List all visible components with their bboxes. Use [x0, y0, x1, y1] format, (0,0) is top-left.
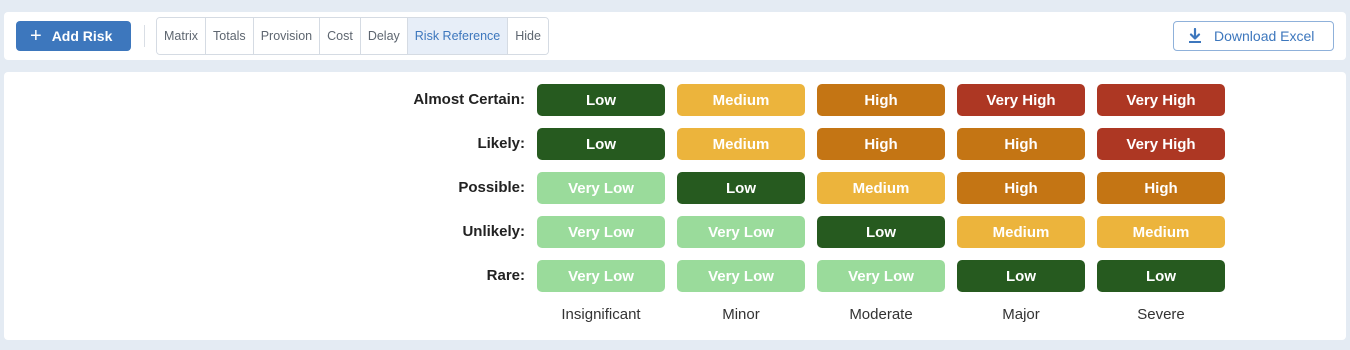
view-tabs: Matrix Totals Provision Cost Delay Risk Refer… — [156, 17, 549, 55]
risk-cell: High — [817, 128, 945, 160]
risk-cell: Low — [817, 216, 945, 248]
risk-cell: Low — [677, 172, 805, 204]
tab-provision[interactable]: Provision — [253, 18, 321, 54]
risk-cell: Very Low — [817, 260, 945, 292]
likelihood-label: Almost Certain: — [413, 91, 525, 108]
tab-matrix[interactable]: Matrix — [157, 18, 207, 54]
consequence-label: Major — [1002, 306, 1040, 323]
toolbar-divider — [144, 25, 145, 47]
tab-risk-reference[interactable]: Risk Reference — [407, 18, 509, 54]
likelihood-label: Unlikely: — [462, 223, 525, 240]
download-excel-label: Download Excel — [1214, 28, 1315, 44]
tab-totals[interactable]: Totals — [206, 18, 254, 54]
risk-cell: High — [957, 128, 1085, 160]
risk-cell: Very Low — [677, 216, 805, 248]
risk-cell: Medium — [817, 172, 945, 204]
risk-cell: Medium — [677, 128, 805, 160]
risk-cell: Medium — [677, 84, 805, 116]
tab-hide[interactable]: Hide — [508, 18, 548, 54]
likelihood-label: Possible: — [458, 179, 525, 196]
risk-cell: Very High — [1097, 128, 1225, 160]
risk-cell: High — [1097, 172, 1225, 204]
likelihood-label: Likely: — [477, 135, 525, 152]
add-risk-label: Add Risk — [51, 28, 113, 44]
risk-cell: Low — [1097, 260, 1225, 292]
risk-cell: Very Low — [677, 260, 805, 292]
consequence-label: Insignificant — [561, 306, 641, 323]
download-excel-button[interactable]: Download Excel — [1173, 21, 1334, 51]
plus-icon: + — [30, 25, 42, 47]
risk-cell: Very Low — [537, 260, 665, 292]
risk-matrix-panel: Almost Certain: Low Medium High Very High Ver… — [4, 72, 1346, 340]
consequence-label: Severe — [1137, 306, 1185, 323]
consequence-label: Minor — [722, 306, 760, 323]
risk-cell: Medium — [957, 216, 1085, 248]
risk-cell: Medium — [1097, 216, 1225, 248]
add-risk-button[interactable]: + Add Risk — [16, 21, 131, 51]
risk-cell: Very Low — [537, 216, 665, 248]
risk-cell: Low — [537, 128, 665, 160]
likelihood-label: Rare: — [486, 267, 525, 284]
toolbar: + Add Risk Matrix Totals Provision Cost Dela… — [4, 12, 1346, 60]
risk-cell: Low — [957, 260, 1085, 292]
risk-cell: Low — [537, 84, 665, 116]
tab-delay[interactable]: Delay — [360, 18, 408, 54]
tab-cost[interactable]: Cost — [320, 18, 361, 54]
risk-cell: High — [817, 84, 945, 116]
risk-cell: Very Low — [537, 172, 665, 204]
consequence-label: Moderate — [849, 306, 913, 323]
risk-cell: High — [957, 172, 1085, 204]
risk-cell: Very High — [957, 84, 1085, 116]
download-icon — [1189, 28, 1201, 43]
risk-cell: Very High — [1097, 84, 1225, 116]
